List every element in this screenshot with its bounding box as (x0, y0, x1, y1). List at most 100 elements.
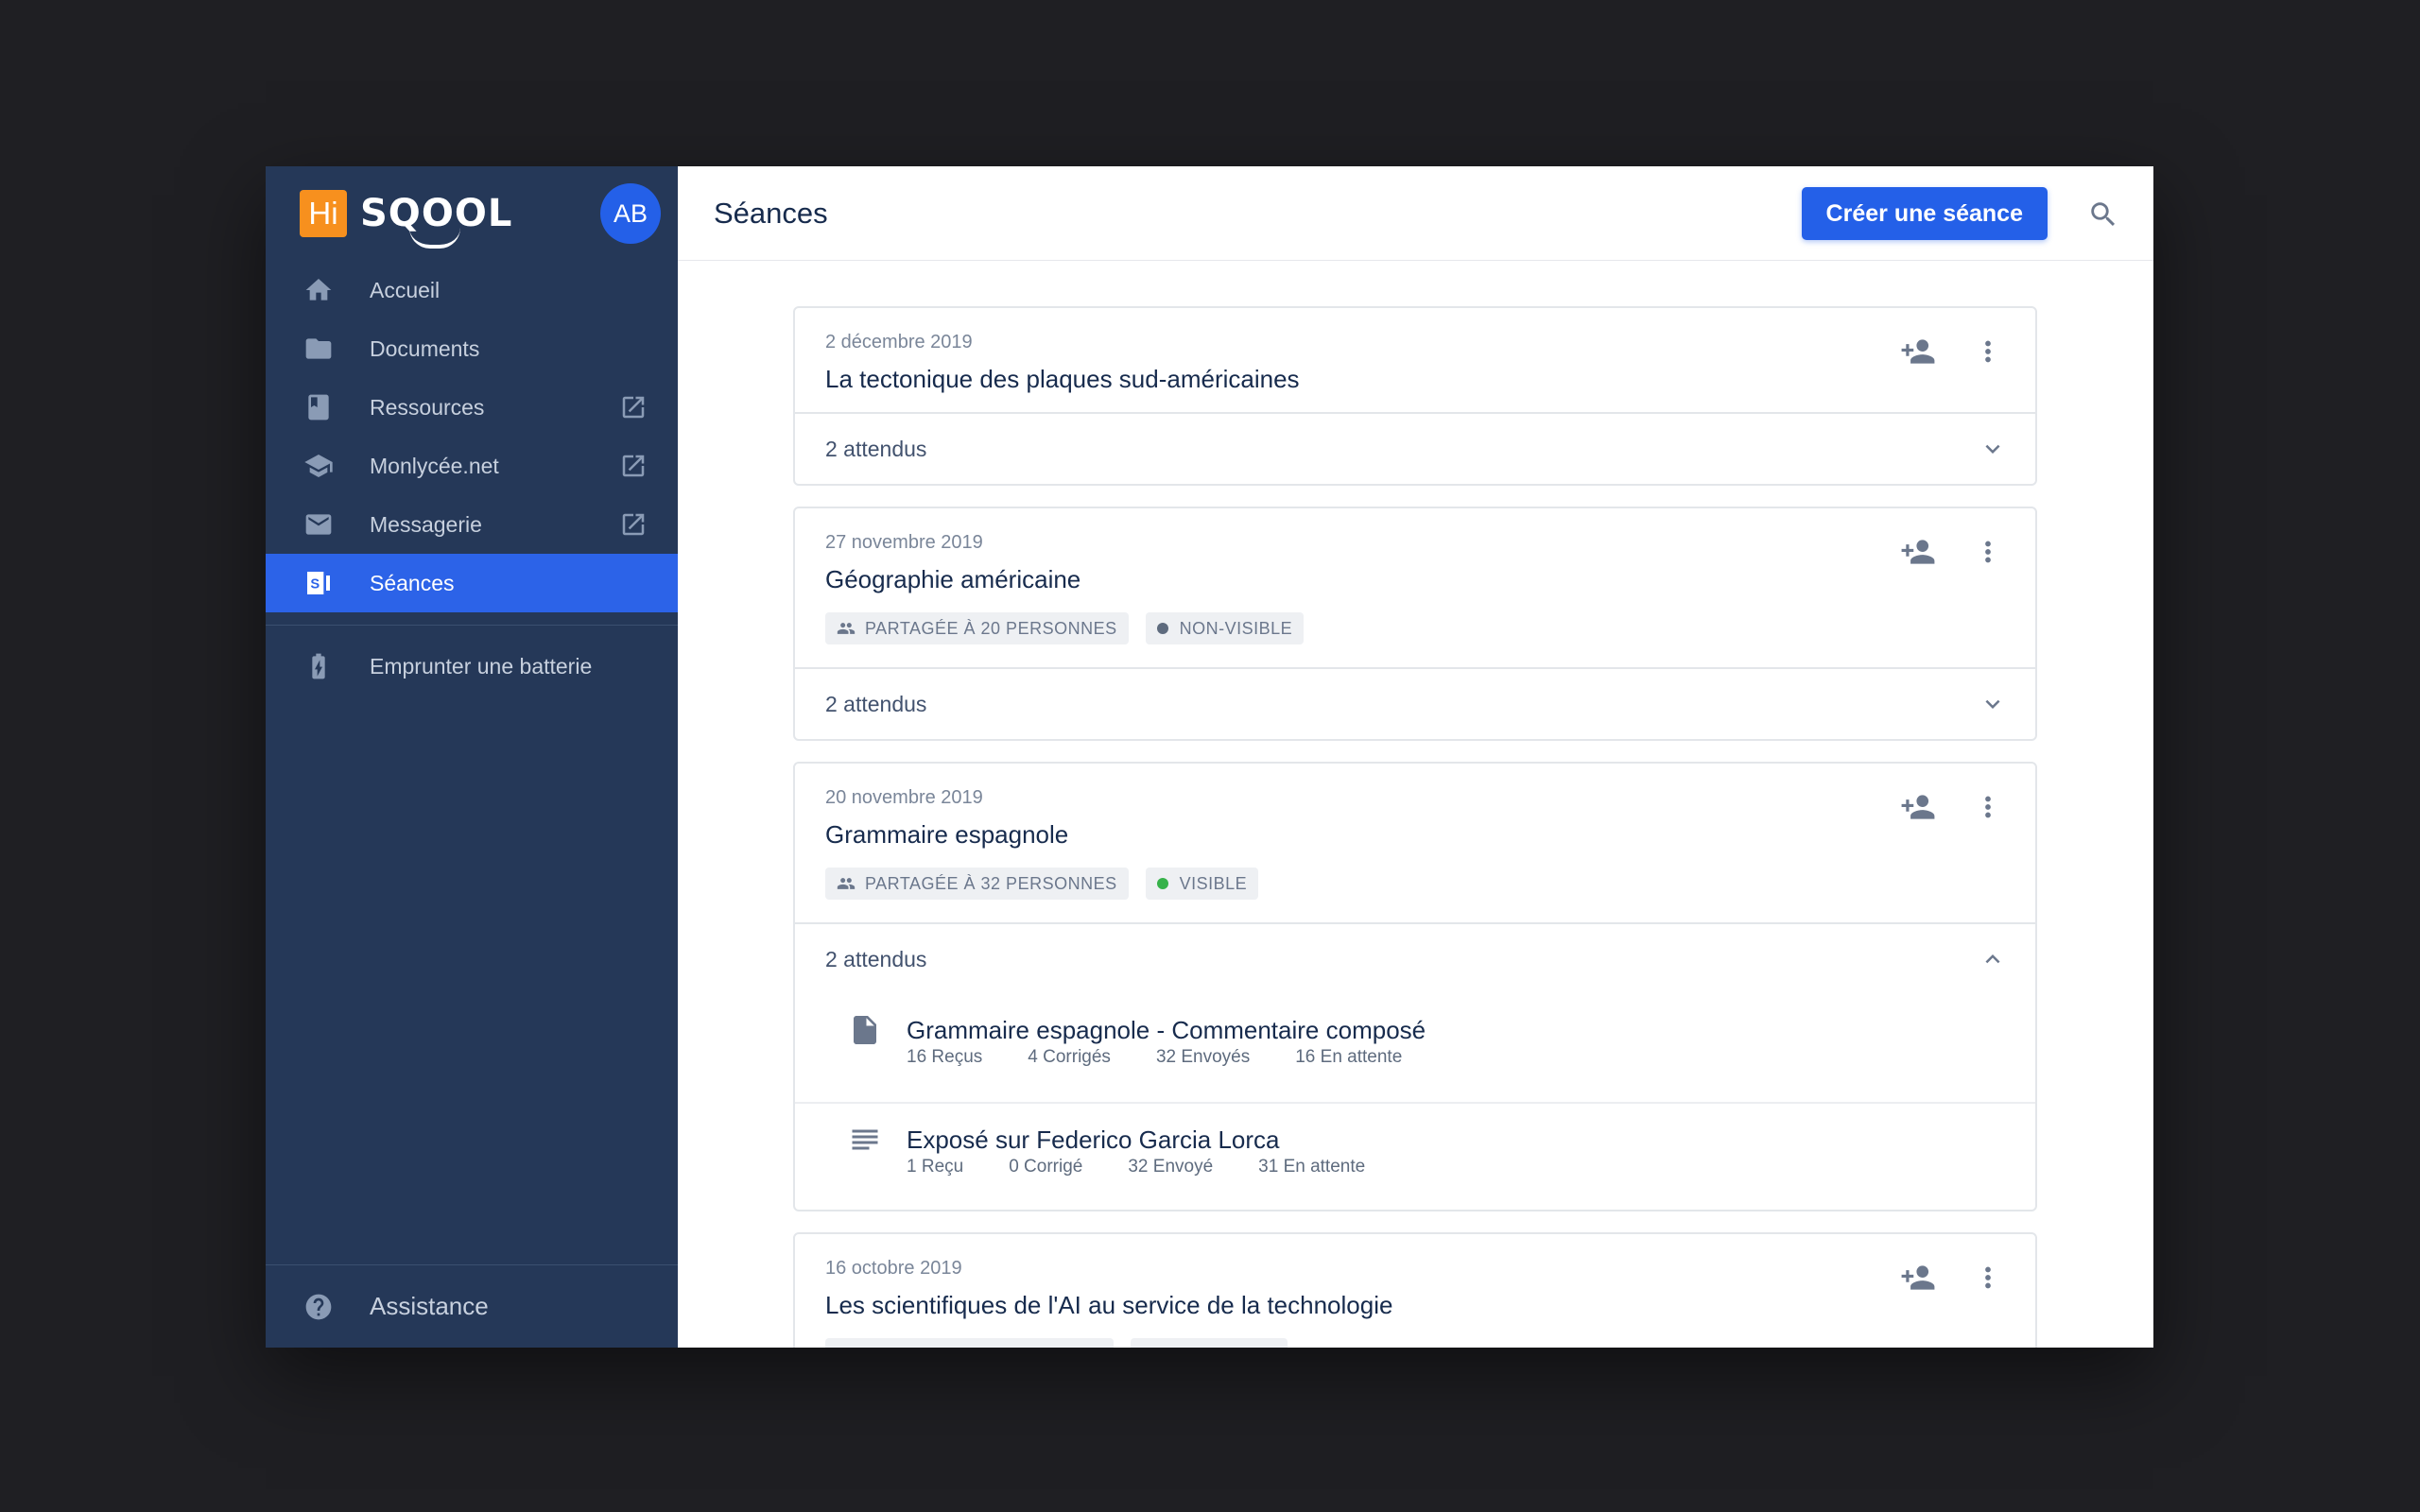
battery-icon (303, 651, 334, 681)
logo[interactable]: Hi SQOOL AB (266, 166, 678, 261)
session-tags: PARTAGÉE À 32 PERSONNES VISIBLE (825, 868, 2005, 900)
session-card-header: 2 décembre 2019 La tectonique des plaque… (795, 308, 2035, 412)
session-date: 2 décembre 2019 (825, 332, 973, 352)
session-tags (825, 1338, 2005, 1348)
logo-badge: Hi (300, 190, 347, 237)
attendus-toggle[interactable]: 2 attendus (795, 924, 2035, 994)
chevron-down-icon[interactable] (1979, 435, 2007, 463)
status-dot-icon (1156, 623, 1168, 634)
add-person-icon[interactable] (1899, 533, 1937, 571)
add-person-icon[interactable] (1899, 788, 1937, 826)
session-card[interactable]: 20 novembre 2019 Grammaire espagnole PAR… (793, 762, 2037, 1211)
external-link-icon[interactable] (619, 393, 648, 421)
assistance-link[interactable]: Assistance (266, 1264, 678, 1348)
logo-text: SQOOL (360, 192, 512, 249)
more-vert-icon[interactable] (1969, 333, 2007, 370)
session-card[interactable]: 16 octobre 2019 Les scientifiques de l'A… (793, 1232, 2037, 1348)
sidebar-item-label: Séances (370, 570, 455, 595)
mail-icon (303, 509, 334, 540)
share-badge: PARTAGÉE À 20 PERSONNES (825, 612, 1129, 644)
sidebar-item-ressources[interactable]: Ressources (266, 378, 678, 437)
attendus-label: 2 attendus (825, 436, 927, 461)
session-title[interactable]: La tectonique des plaques sud-américaine… (825, 363, 2005, 395)
add-person-icon[interactable] (1899, 1259, 1937, 1297)
external-link-icon[interactable] (619, 452, 648, 480)
assignment-title[interactable]: Exposé sur Federico Garcia Lorca (907, 1104, 2035, 1157)
stat-received: 1 Reçu (907, 1157, 964, 1177)
session-card-header: 20 novembre 2019 Grammaire espagnole PAR… (795, 764, 2035, 922)
sidebar-divider (266, 625, 678, 626)
help-icon (303, 1292, 334, 1322)
external-link-icon[interactable] (619, 510, 648, 539)
sessions-icon: S (303, 568, 334, 598)
visibility-badge-label: VISIBLE (1179, 873, 1248, 893)
session-actions (1899, 333, 2007, 370)
assignment-stats: 1 Reçu 0 Corrigé 32 Envoyé 31 En attente (907, 1157, 2035, 1177)
add-person-icon[interactable] (1899, 333, 1937, 370)
assignment-title[interactable]: Grammaire espagnole - Commentaire compos… (907, 994, 2035, 1047)
session-card-header: 16 octobre 2019 Les scientifiques de l'A… (795, 1234, 2035, 1348)
session-card-header: 27 novembre 2019 Géographie américaine P… (795, 508, 2035, 667)
app-window: Hi SQOOL AB Accueil Documents Ressources… (266, 166, 2153, 1348)
svg-text:S: S (310, 576, 320, 592)
session-title[interactable]: Géographie américaine (825, 563, 2005, 595)
search-icon[interactable] (2087, 198, 2119, 231)
sidebar-nav: Accueil Documents Ressources Monlycée.ne… (266, 261, 678, 612)
session-tags: PARTAGÉE À 20 PERSONNES NON-VISIBLE (825, 612, 2005, 644)
attendus-toggle[interactable]: 2 attendus (795, 414, 2035, 484)
more-vert-icon[interactable] (1969, 788, 2007, 826)
more-vert-icon[interactable] (1969, 533, 2007, 571)
people-icon (837, 623, 856, 634)
chevron-down-icon[interactable] (1979, 690, 2007, 718)
session-date: 27 novembre 2019 (825, 532, 983, 553)
sidebar-item-emprunter-batterie[interactable]: Emprunter une batterie (266, 637, 678, 696)
assignment-item[interactable]: Grammaire espagnole - Commentaire compos… (795, 994, 2035, 1102)
sidebar-item-seances[interactable]: S Séances (266, 554, 678, 612)
session-actions (1899, 788, 2007, 826)
visibility-badge: NON-VISIBLE (1145, 612, 1305, 644)
stat-pending: 16 En attente (1295, 1047, 1403, 1067)
stat-pending: 31 En attente (1258, 1157, 1366, 1177)
visibility-badge: VISIBLE (1145, 868, 1259, 900)
stat-received: 16 Reçus (907, 1047, 983, 1067)
stat-corrected: 0 Corrigé (1009, 1157, 1083, 1177)
visibility-badge (1131, 1338, 1288, 1348)
home-icon (303, 275, 334, 305)
session-card[interactable]: 2 décembre 2019 La tectonique des plaque… (793, 306, 2037, 486)
book-icon (303, 392, 334, 422)
sessions-list: 2 décembre 2019 La tectonique des plaque… (793, 306, 2037, 1348)
session-title[interactable]: Les scientifiques de l'AI au service de … (825, 1289, 2005, 1321)
sidebar-item-messagerie[interactable]: Messagerie (266, 495, 678, 554)
sidebar-item-monlycee[interactable]: Monlycée.net (266, 437, 678, 495)
session-date: 16 octobre 2019 (825, 1258, 962, 1279)
sidebar-item-label: Emprunter une batterie (370, 653, 593, 679)
chevron-up-icon[interactable] (1979, 945, 2007, 973)
sidebar: Hi SQOOL AB Accueil Documents Ressources… (266, 166, 678, 1348)
logo-smile-icon (409, 228, 460, 249)
sidebar-item-label: Monlycée.net (370, 453, 499, 478)
share-badge (825, 1338, 1114, 1348)
header: Séances Créer une séance (678, 166, 2153, 261)
sidebar-item-documents[interactable]: Documents (266, 319, 678, 378)
status-dot-icon (1156, 878, 1168, 889)
sidebar-item-label: Accueil (370, 277, 441, 302)
visibility-badge-label: NON-VISIBLE (1179, 618, 1293, 638)
assignment-item[interactable]: Exposé sur Federico Garcia Lorca 1 Reçu … (795, 1102, 2035, 1210)
avatar[interactable]: AB (600, 183, 661, 244)
create-session-button[interactable]: Créer une séance (1801, 187, 2048, 240)
text-lines-icon (848, 1123, 882, 1157)
attendus-toggle[interactable]: 2 attendus (795, 669, 2035, 739)
page-title: Séances (714, 196, 828, 230)
share-badge: PARTAGÉE À 32 PERSONNES (825, 868, 1129, 900)
share-badge-label: PARTAGÉE À 32 PERSONNES (865, 873, 1117, 893)
session-title[interactable]: Grammaire espagnole (825, 818, 2005, 850)
document-icon (848, 1013, 882, 1047)
school-icon (303, 451, 334, 481)
stat-corrected: 4 Corrigés (1028, 1047, 1111, 1067)
attendus-label: 2 attendus (825, 946, 927, 971)
assignment-stats: 16 Reçus 4 Corrigés 32 Envoyés 16 En att… (907, 1047, 2035, 1068)
sidebar-item-label: Documents (370, 335, 480, 361)
sidebar-item-accueil[interactable]: Accueil (266, 261, 678, 319)
session-card[interactable]: 27 novembre 2019 Géographie américaine P… (793, 507, 2037, 741)
more-vert-icon[interactable] (1969, 1259, 2007, 1297)
